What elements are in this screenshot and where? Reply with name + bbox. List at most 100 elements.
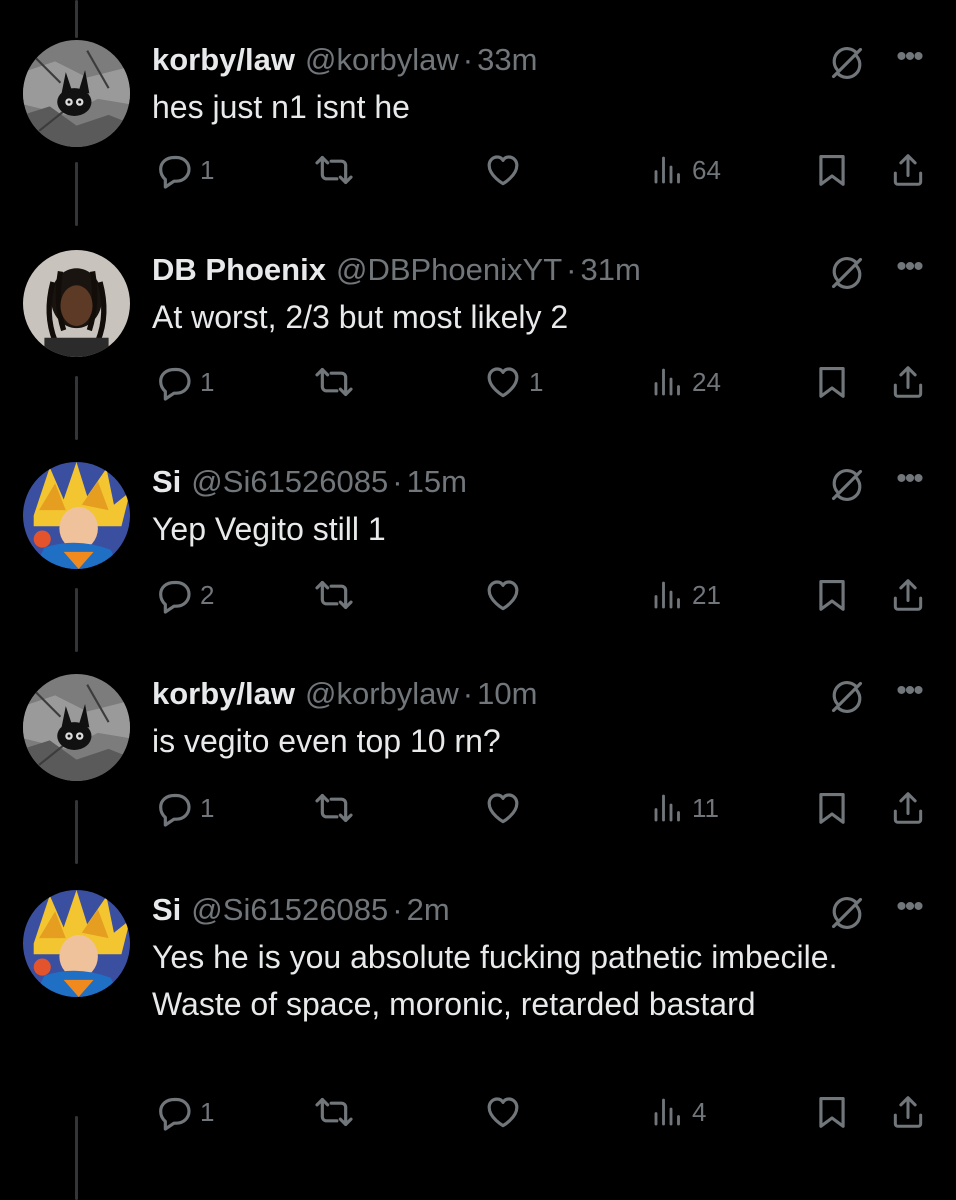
grok-icon[interactable]: [828, 254, 866, 292]
more-icon[interactable]: •••: [889, 464, 929, 500]
repost-button[interactable]: [314, 150, 360, 190]
repost-icon: [314, 150, 354, 190]
like-button[interactable]: 1: [483, 362, 543, 402]
share-button[interactable]: [889, 150, 927, 190]
share-button[interactable]: [889, 362, 927, 402]
bookmark-icon: [813, 576, 851, 614]
like-button[interactable]: [483, 150, 529, 190]
more-icon[interactable]: •••: [889, 892, 929, 928]
korby-avatar[interactable]: [23, 674, 130, 781]
like-button[interactable]: [483, 575, 529, 615]
share-button[interactable]: [889, 575, 927, 615]
views-icon: [650, 577, 686, 613]
reply-button[interactable]: 1: [154, 1092, 214, 1132]
reply-count: 1: [200, 1096, 215, 1127]
repost-button[interactable]: [314, 362, 360, 402]
dbphoenix-avatar[interactable]: [23, 250, 130, 357]
grok-icon[interactable]: [828, 466, 866, 504]
separator-dot: ·: [462, 676, 474, 711]
like-button[interactable]: [483, 1092, 529, 1132]
reply-icon: [154, 362, 194, 402]
timestamp[interactable]: 15m: [407, 464, 467, 500]
user-handle[interactable]: @DBPhoenixYT: [336, 252, 562, 288]
bookmark-icon: [813, 151, 851, 189]
action-bar: 1 1 24: [0, 362, 956, 402]
reply-button[interactable]: 1: [154, 150, 214, 190]
reply-icon: [154, 1092, 194, 1132]
views-count: 24: [692, 366, 721, 397]
display-name[interactable]: DB Phoenix: [152, 252, 326, 288]
action-bar: 1 4: [0, 1092, 956, 1132]
grok-icon[interactable]: [828, 678, 866, 716]
like-icon: [483, 150, 523, 190]
bookmark-icon: [813, 363, 851, 401]
reply-icon: [154, 788, 194, 828]
views-button[interactable]: 11: [650, 788, 719, 828]
timestamp[interactable]: 31m: [580, 252, 640, 288]
action-bar: 2 21: [0, 575, 956, 615]
bookmark-button[interactable]: [813, 575, 851, 615]
display-name[interactable]: korby/law: [152, 676, 295, 712]
views-button[interactable]: 24: [650, 362, 721, 402]
reply-icon: [154, 150, 194, 190]
grok-icon[interactable]: [828, 44, 866, 82]
post-text: hes just n1 isnt he: [152, 89, 410, 125]
reply-button[interactable]: 1: [154, 788, 214, 828]
timestamp[interactable]: 10m: [477, 676, 537, 712]
user-handle[interactable]: @korbylaw: [305, 676, 459, 712]
bookmark-button[interactable]: [813, 1092, 851, 1132]
like-button[interactable]: [483, 788, 529, 828]
repost-button[interactable]: [314, 788, 360, 828]
views-button[interactable]: 21: [650, 575, 721, 615]
reply-count: 1: [200, 154, 215, 185]
reply-icon: [154, 575, 194, 615]
thread-line: [75, 0, 78, 38]
share-button[interactable]: [889, 788, 927, 828]
bookmark-button[interactable]: [813, 788, 851, 828]
timestamp[interactable]: 2m: [407, 892, 450, 928]
repost-button[interactable]: [314, 1092, 360, 1132]
bookmark-icon: [813, 789, 851, 827]
share-button[interactable]: [889, 1092, 927, 1132]
like-icon: [483, 362, 523, 402]
reply-count: 2: [200, 579, 215, 610]
post-text: Yep Vegito still 1: [152, 511, 386, 547]
post-text: Yes he is you absolute fucking pathetic …: [152, 939, 838, 1022]
views-icon: [650, 152, 686, 188]
reply-button[interactable]: 2: [154, 575, 214, 615]
display-name[interactable]: Si: [152, 892, 181, 928]
more-icon[interactable]: •••: [889, 252, 929, 288]
user-handle[interactable]: @Si61526085: [191, 892, 388, 928]
like-icon: [483, 788, 523, 828]
share-icon: [889, 363, 927, 401]
views-icon: [650, 790, 686, 826]
display-name[interactable]: Si: [152, 464, 181, 500]
timestamp[interactable]: 33m: [477, 42, 537, 78]
vegito-avatar[interactable]: [23, 890, 130, 997]
post-header: DB Phoenix @DBPhoenixYT · 31m: [152, 250, 641, 290]
views-button[interactable]: 64: [650, 150, 721, 190]
like-icon: [483, 1092, 523, 1132]
views-button[interactable]: 4: [650, 1092, 706, 1132]
vegito-avatar[interactable]: [23, 462, 130, 569]
grok-icon[interactable]: [828, 894, 866, 932]
more-icon[interactable]: •••: [889, 676, 929, 712]
views-count: 21: [692, 579, 721, 610]
repost-button[interactable]: [314, 575, 360, 615]
reply-button[interactable]: 1: [154, 362, 214, 402]
more-icon[interactable]: •••: [889, 42, 929, 78]
post-header: korby/law @korbylaw · 33m: [152, 40, 537, 80]
views-count: 64: [692, 154, 721, 185]
bookmark-button[interactable]: [813, 362, 851, 402]
reply-count: 1: [200, 792, 215, 823]
user-handle[interactable]: @korbylaw: [305, 42, 459, 78]
post-header: Si @Si61526085 · 15m: [152, 462, 467, 502]
bookmark-button[interactable]: [813, 150, 851, 190]
views-icon: [650, 1094, 686, 1130]
display-name[interactable]: korby/law: [152, 42, 295, 78]
post-header: korby/law @korbylaw · 10m: [152, 674, 537, 714]
share-icon: [889, 789, 927, 827]
korby-avatar[interactable]: [23, 40, 130, 147]
user-handle[interactable]: @Si61526085: [191, 464, 388, 500]
action-bar: 1 64: [0, 150, 956, 190]
